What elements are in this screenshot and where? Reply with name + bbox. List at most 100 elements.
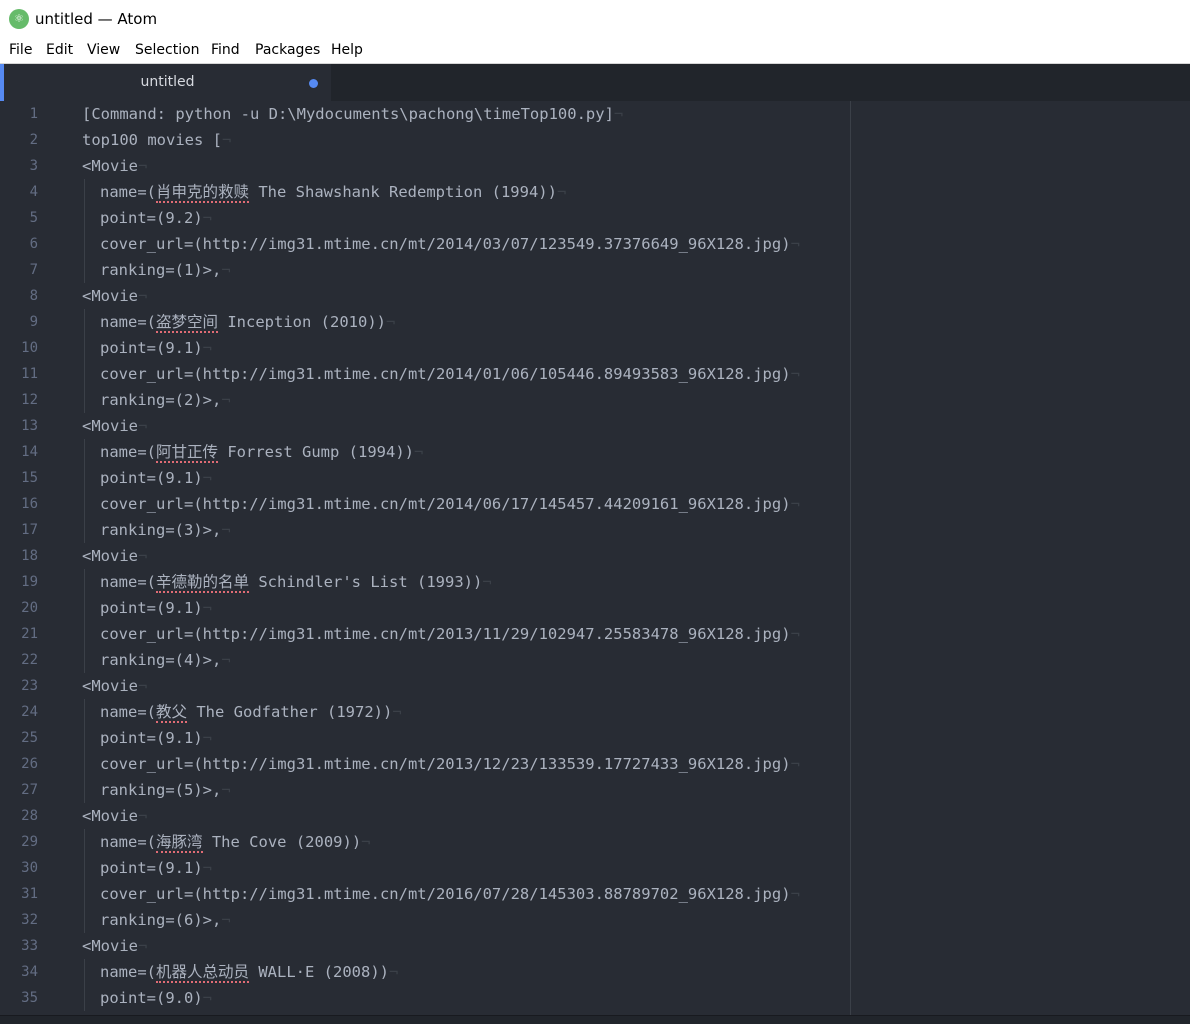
editor-line[interactable]: 18 <Movie¬ bbox=[0, 543, 1190, 569]
line-number: 1 bbox=[29, 106, 38, 122]
line-text: ranking=(3)>,¬ bbox=[100, 517, 231, 543]
indent-guide bbox=[84, 257, 85, 283]
line-number: 13 bbox=[21, 418, 38, 434]
editor-line[interactable]: 32 ranking=(6)>,¬ bbox=[0, 907, 1190, 933]
tab-untitled[interactable]: untitled bbox=[4, 64, 331, 101]
editor-line[interactable]: 14 name=(阿甘正传 Forrest Gump (1994))¬ bbox=[0, 439, 1190, 465]
editor-line[interactable]: 3 <Movie¬ bbox=[0, 153, 1190, 179]
line-text-main: name=( bbox=[100, 963, 156, 981]
editor-line[interactable]: 28 <Movie¬ bbox=[0, 803, 1190, 829]
editor-line[interactable]: 30 point=(9.1)¬ bbox=[0, 855, 1190, 881]
line-text: name=(机器人总动员 WALL·E (2008))¬ bbox=[100, 959, 398, 985]
line-number: 9 bbox=[29, 314, 38, 330]
line-text: name=(海豚湾 The Cove (2009))¬ bbox=[100, 829, 371, 855]
editor-line[interactable]: 31 cover_url=(http://img31.mtime.cn/mt/20… bbox=[0, 881, 1190, 907]
line-text-tail: The Shawshank Redemption (1994)) bbox=[249, 183, 557, 201]
eol-marker-icon: ¬ bbox=[790, 365, 800, 383]
editor-line[interactable]: 17 ranking=(3)>,¬ bbox=[0, 517, 1190, 543]
modified-indicator-icon[interactable] bbox=[309, 79, 318, 88]
editor-line[interactable]: 20 point=(9.1)¬ bbox=[0, 595, 1190, 621]
line-text: name=(辛德勒的名单 Schindler's List (1993))¬ bbox=[100, 569, 492, 595]
eol-marker-icon: ¬ bbox=[790, 755, 800, 773]
editor-line[interactable]: 13 <Movie¬ bbox=[0, 413, 1190, 439]
eol-marker-icon: ¬ bbox=[361, 833, 371, 851]
eol-marker-icon: ¬ bbox=[221, 261, 231, 279]
line-text-main: name=( bbox=[100, 443, 156, 461]
editor-line[interactable]: 5 point=(9.2)¬ bbox=[0, 205, 1190, 231]
editor-line[interactable]: 10 point=(9.1)¬ bbox=[0, 335, 1190, 361]
editor-line[interactable]: 8 <Movie¬ bbox=[0, 283, 1190, 309]
editor-line[interactable]: 16 cover_url=(http://img31.mtime.cn/mt/20… bbox=[0, 491, 1190, 517]
menu-find[interactable]: Find bbox=[211, 42, 240, 58]
editor-line[interactable]: 34 name=(机器人总动员 WALL·E (2008))¬ bbox=[0, 959, 1190, 985]
editor-line[interactable]: 12 ranking=(2)>,¬ bbox=[0, 387, 1190, 413]
editor-line[interactable]: 2 top100 movies [¬ bbox=[0, 127, 1190, 153]
editor-line[interactable]: 4 name=(肖申克的救赎 The Shawshank Redemption (… bbox=[0, 179, 1190, 205]
menu-edit[interactable]: Edit bbox=[46, 42, 73, 58]
editor-line[interactable]: 15 point=(9.1)¬ bbox=[0, 465, 1190, 491]
editor-line[interactable]: 35 point=(9.0)¬ bbox=[0, 985, 1190, 1011]
editor-line[interactable]: 19 name=(辛德勒的名单 Schindler's List (1993))¬ bbox=[0, 569, 1190, 595]
line-text: point=(9.1)¬ bbox=[100, 465, 212, 491]
editor-line[interactable]: 9 name=(盗梦空间 Inception (2010))¬ bbox=[0, 309, 1190, 335]
line-number: 34 bbox=[21, 964, 38, 980]
line-number: 4 bbox=[29, 184, 38, 200]
eol-marker-icon: ¬ bbox=[202, 209, 212, 227]
line-text-main: cover_url=(http://img31.mtime.cn/mt/2013… bbox=[100, 625, 791, 643]
eol-marker-icon: ¬ bbox=[202, 339, 212, 357]
editor-line[interactable]: 23 <Movie¬ bbox=[0, 673, 1190, 699]
line-text-main: top100 movies [ bbox=[82, 131, 222, 149]
tab-label: untitled bbox=[140, 74, 195, 90]
editor-line[interactable]: 26 cover_url=(http://img31.mtime.cn/mt/20… bbox=[0, 751, 1190, 777]
line-number: 26 bbox=[21, 756, 38, 772]
menu-view[interactable]: View bbox=[87, 42, 120, 58]
line-text: cover_url=(http://img31.mtime.cn/mt/2013… bbox=[100, 751, 800, 777]
line-text-main: <Movie bbox=[82, 287, 138, 305]
indent-guide bbox=[84, 491, 85, 517]
misspelled-word: 盗梦空间 bbox=[156, 313, 219, 333]
eol-marker-icon: ¬ bbox=[790, 235, 800, 253]
line-text-main: name=( bbox=[100, 833, 156, 851]
line-text-main: ranking=(4)>, bbox=[100, 651, 222, 669]
editor-line[interactable]: 24 name=(教父 The Godfather (1972))¬ bbox=[0, 699, 1190, 725]
line-text: ranking=(6)>,¬ bbox=[100, 907, 231, 933]
line-text-tail: The Godfather (1972)) bbox=[187, 703, 393, 721]
indent-guide bbox=[84, 959, 85, 985]
editor-line[interactable]: 27 ranking=(5)>,¬ bbox=[0, 777, 1190, 803]
line-number: 2 bbox=[29, 132, 38, 148]
line-text-tail: WALL·E (2008)) bbox=[249, 963, 389, 981]
line-text: <Movie¬ bbox=[82, 153, 147, 179]
line-text-main: ranking=(3)>, bbox=[100, 521, 222, 539]
line-text: ranking=(2)>,¬ bbox=[100, 387, 231, 413]
line-number: 22 bbox=[21, 652, 38, 668]
editor-line[interactable]: 33 <Movie¬ bbox=[0, 933, 1190, 959]
line-text: <Movie¬ bbox=[82, 543, 147, 569]
menu-help[interactable]: Help bbox=[331, 42, 363, 58]
line-number: 15 bbox=[21, 470, 38, 486]
editor-line[interactable]: 29 name=(海豚湾 The Cove (2009))¬ bbox=[0, 829, 1190, 855]
eol-marker-icon: ¬ bbox=[138, 157, 148, 175]
editor-line[interactable]: 11 cover_url=(http://img31.mtime.cn/mt/20… bbox=[0, 361, 1190, 387]
line-text-main: <Movie bbox=[82, 547, 138, 565]
eol-marker-icon: ¬ bbox=[202, 599, 212, 617]
indent-guide bbox=[84, 725, 85, 751]
editor-line[interactable]: 7 ranking=(1)>,¬ bbox=[0, 257, 1190, 283]
menu-packages[interactable]: Packages bbox=[255, 42, 320, 58]
line-number: 8 bbox=[29, 288, 38, 304]
indent-guide bbox=[84, 699, 85, 725]
editor-line[interactable]: 25 point=(9.1)¬ bbox=[0, 725, 1190, 751]
eol-marker-icon: ¬ bbox=[413, 443, 424, 461]
misspelled-word: 阿甘正传 bbox=[156, 443, 219, 463]
editor-line[interactable]: 1 [Command: python -u D:\Mydocuments\pach… bbox=[0, 101, 1190, 127]
editor-line[interactable]: 22 ranking=(4)>,¬ bbox=[0, 647, 1190, 673]
menu-file[interactable]: File bbox=[9, 42, 32, 58]
editor-line[interactable]: 6 cover_url=(http://img31.mtime.cn/mt/201… bbox=[0, 231, 1190, 257]
line-text: ranking=(4)>,¬ bbox=[100, 647, 231, 673]
menu-selection[interactable]: Selection bbox=[135, 42, 200, 58]
indent-guide bbox=[84, 621, 85, 647]
line-number: 19 bbox=[21, 574, 38, 590]
text-editor[interactable]: 1 [Command: python -u D:\Mydocuments\pach… bbox=[0, 101, 1190, 1015]
line-text-tail: Schindler's List (1993)) bbox=[249, 573, 483, 591]
editor-line[interactable]: 21 cover_url=(http://img31.mtime.cn/mt/20… bbox=[0, 621, 1190, 647]
line-text-main: cover_url=(http://img31.mtime.cn/mt/2014… bbox=[100, 235, 791, 253]
